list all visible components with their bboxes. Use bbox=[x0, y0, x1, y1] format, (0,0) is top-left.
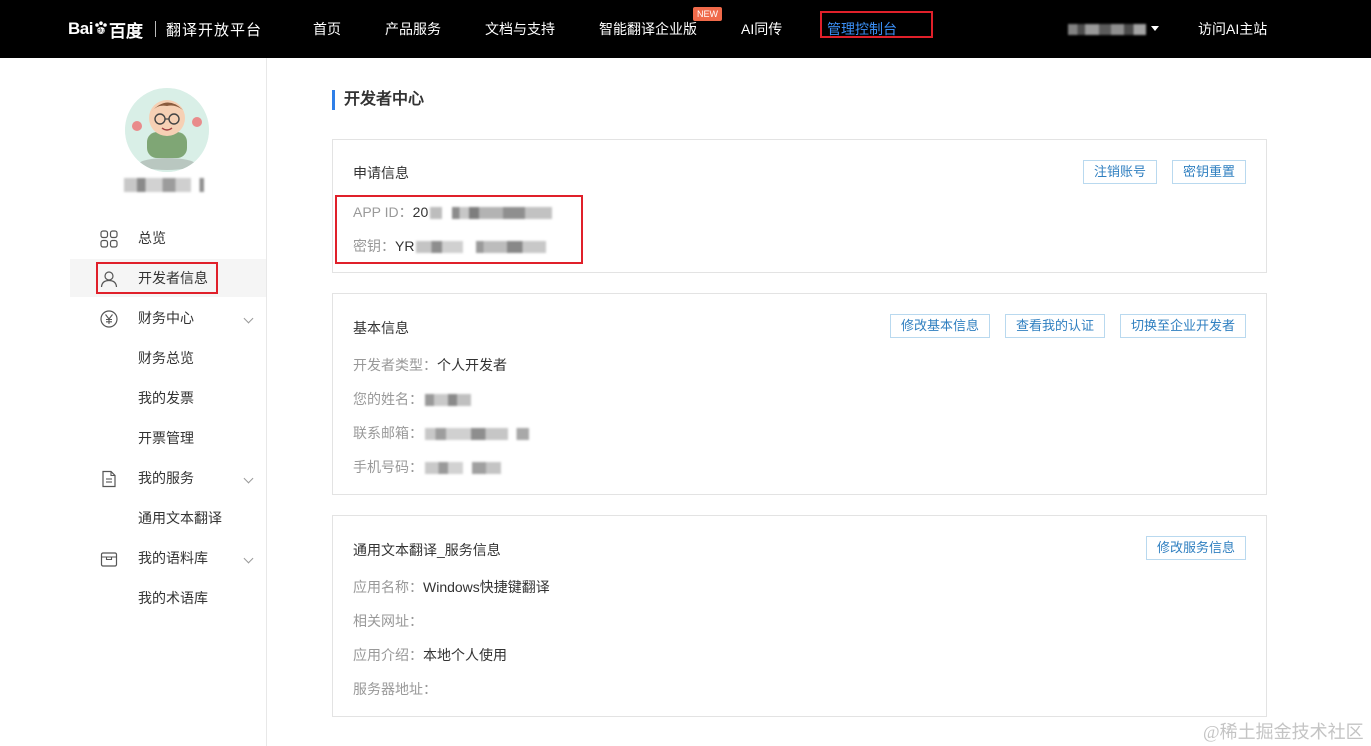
reset-key-button[interactable]: 密钥重置 bbox=[1172, 160, 1247, 184]
service-info-card: 通用文本翻译_服务信息 修改服务信息 应用名称：Windows快捷键翻译 相关网… bbox=[332, 515, 1267, 717]
name-redacted bbox=[425, 394, 471, 407]
app-intro-field: 应用介绍：本地个人使用 bbox=[353, 645, 507, 665]
server-address-field: 服务器地址： bbox=[353, 679, 437, 699]
basic-info-card: 基本信息 修改基本信息 查看我的认证 切换至企业开发者 开发者类型：个人开发者 … bbox=[332, 293, 1267, 495]
logo-text-baidu: 百度 bbox=[108, 21, 143, 41]
nav-enterprise[interactable]: 智能翻译企业版 bbox=[599, 0, 697, 58]
chevron-down-icon[interactable] bbox=[243, 473, 254, 484]
developer-type-value: 个人开发者 bbox=[437, 357, 507, 373]
developer-type-label: 开发者类型： bbox=[353, 357, 437, 373]
sidebar-item-overview[interactable]: 总览 bbox=[70, 219, 266, 257]
edit-service-info-button[interactable]: 修改服务信息 bbox=[1146, 536, 1247, 560]
sidebar-item-my-services[interactable]: 我的服务 bbox=[70, 459, 266, 497]
top-navigation-bar: Bai du 百度 翻译开放平台 首页 产品服务 文档与支持 智能翻译企业版 N… bbox=[0, 0, 1371, 58]
avatar bbox=[125, 88, 209, 172]
nav-ai-interpreting[interactable]: AI同传 bbox=[741, 0, 782, 58]
sidebar-subitem-my-invoices[interactable]: 我的发票 bbox=[138, 388, 194, 408]
nav-home[interactable]: 首页 bbox=[313, 0, 341, 58]
logo-divider bbox=[154, 21, 156, 37]
chevron-down-icon[interactable] bbox=[243, 553, 254, 564]
server-address-label: 服务器地址： bbox=[353, 681, 437, 697]
visit-ai-link[interactable]: 访问AI主站 bbox=[1198, 0, 1267, 58]
email-label: 联系邮箱： bbox=[353, 425, 423, 441]
phone-field: 手机号码： bbox=[353, 457, 501, 477]
edit-basic-info-button[interactable]: 修改基本信息 bbox=[890, 314, 991, 338]
url-field: 相关网址： bbox=[353, 611, 423, 631]
card-title: 通用文本翻译_服务信息 bbox=[353, 542, 501, 558]
sidebar-item-label: 财务中心 bbox=[138, 310, 194, 326]
sidebar-item-label: 我的服务 bbox=[138, 470, 194, 486]
switch-enterprise-button[interactable]: 切换至企业开发者 bbox=[1120, 314, 1247, 338]
sidebar-item-finance[interactable]: 财务中心 bbox=[70, 299, 266, 337]
nav-docs-support[interactable]: 文档与支持 bbox=[485, 0, 555, 58]
phone-redacted bbox=[425, 462, 501, 475]
sidebar-item-label: 总览 bbox=[138, 230, 166, 246]
console-highlight-box bbox=[820, 11, 933, 38]
document-icon bbox=[102, 470, 116, 488]
sidebar-subitem-text-translation[interactable]: 通用文本翻译 bbox=[138, 508, 222, 528]
app-name-label: 应用名称： bbox=[353, 579, 423, 595]
card-title: 基本信息 bbox=[353, 320, 409, 336]
box-icon bbox=[100, 552, 118, 567]
card-title: 申请信息 bbox=[353, 165, 409, 181]
sidebar bbox=[0, 58, 267, 746]
sidebar-subitem-finance-overview[interactable]: 财务总览 bbox=[138, 348, 194, 368]
watermark: @稀土掘金技术社区 bbox=[1203, 722, 1364, 742]
page-title: 开发者中心 bbox=[332, 90, 424, 110]
caret-down-icon[interactable] bbox=[1151, 26, 1159, 31]
email-field: 联系邮箱： bbox=[353, 423, 529, 443]
baidu-logo[interactable]: Bai du 百度 翻译开放平台 bbox=[68, 17, 262, 41]
sidebar-item-corpus[interactable]: 我的语料库 bbox=[70, 539, 266, 577]
name-field: 您的姓名： bbox=[353, 389, 471, 409]
grid-icon bbox=[100, 230, 118, 248]
sidebar-subitem-invoice-management[interactable]: 开票管理 bbox=[138, 428, 194, 448]
new-badge: NEW bbox=[693, 7, 722, 21]
email-redacted bbox=[425, 428, 529, 441]
app-name-field: 应用名称：Windows快捷键翻译 bbox=[353, 577, 550, 597]
sidebar-item-label: 我的语料库 bbox=[138, 550, 208, 566]
svg-text:du: du bbox=[97, 28, 105, 35]
view-certification-button[interactable]: 查看我的认证 bbox=[1005, 314, 1106, 338]
developer-type-field: 开发者类型：个人开发者 bbox=[353, 355, 507, 375]
developer-info-highlight-box bbox=[96, 262, 218, 294]
chevron-down-icon[interactable] bbox=[243, 313, 254, 324]
yen-icon bbox=[100, 310, 118, 328]
sidebar-subitem-terminology[interactable]: 我的术语库 bbox=[138, 588, 208, 608]
platform-name: 翻译开放平台 bbox=[165, 21, 262, 39]
phone-label: 手机号码： bbox=[353, 459, 423, 475]
nav-products[interactable]: 产品服务 bbox=[385, 0, 441, 58]
url-label: 相关网址： bbox=[353, 613, 423, 629]
app-intro-label: 应用介绍： bbox=[353, 647, 423, 663]
app-id-highlight-box bbox=[335, 195, 583, 264]
cancel-account-button[interactable]: 注销账号 bbox=[1083, 160, 1158, 184]
paw-icon: du bbox=[95, 21, 107, 35]
username-blurred[interactable] bbox=[1068, 24, 1146, 35]
name-label: 您的姓名： bbox=[353, 391, 423, 407]
app-name-value: Windows快捷键翻译 bbox=[423, 579, 550, 595]
user-nickname-blurred bbox=[124, 178, 210, 192]
app-intro-value: 本地个人使用 bbox=[423, 647, 507, 663]
logo-text-bai: Bai bbox=[68, 19, 93, 38]
